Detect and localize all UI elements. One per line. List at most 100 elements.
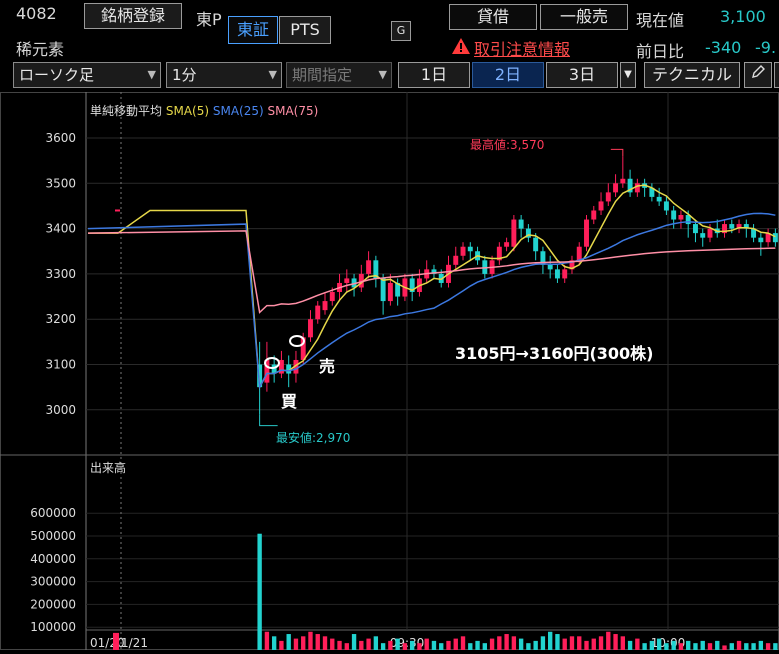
candle-body (322, 301, 328, 311)
candle-body (511, 219, 517, 247)
volume-bar (293, 638, 299, 650)
price-tick-label: 3400 (45, 222, 76, 236)
legend-sma5: SMA(5) (165, 104, 210, 118)
chart-area[interactable]: 3000 3100 3200 3300 3400 3500 3600 100000 200000… (0, 92, 779, 650)
volume-bar (286, 634, 291, 650)
candle-body (366, 260, 372, 274)
volume-tick-label: 500000 (30, 529, 76, 543)
candle-body (591, 210, 597, 220)
volume-bar (271, 636, 277, 650)
volume-bar (656, 638, 662, 650)
volume-bar (468, 643, 473, 650)
high-marker-line (610, 148, 624, 157)
volume-bar (773, 643, 778, 650)
volume-panel-label: 出来高 (90, 461, 127, 475)
volume-bar (482, 643, 487, 650)
volume-bar (511, 636, 517, 650)
trading-alert-link[interactable]: 取引注意情報 (474, 36, 570, 60)
volume-bar (664, 643, 669, 650)
range-1d-button[interactable]: 1日 (398, 62, 470, 88)
volume-tick-label: 100000 (30, 620, 76, 634)
pen-icon (750, 65, 766, 84)
draw-menu-button[interactable] (774, 62, 779, 88)
draw-pen-button[interactable] (744, 62, 772, 88)
volume-bar (446, 640, 451, 650)
candle-body (344, 278, 350, 283)
volume-bar (569, 636, 575, 650)
candle-body (692, 224, 698, 234)
indicator-title: 単純移動平均 (90, 104, 163, 118)
price-tick-label: 3600 (45, 131, 76, 145)
volume-bar (620, 636, 626, 650)
period-value: 期間指定 (292, 66, 353, 84)
candle-body (315, 305, 321, 320)
refresh-icon[interactable]: G (391, 21, 411, 41)
volume-bar (113, 632, 119, 650)
candle-body (547, 264, 553, 270)
volume-bar (707, 643, 713, 650)
range-3d-button[interactable]: 3日 (546, 62, 618, 88)
volume-bar (264, 631, 270, 650)
volume-bar (744, 643, 749, 650)
volume-bar (453, 638, 458, 650)
interval-value: 1分 (172, 66, 197, 84)
venue-tse-button[interactable]: 東証 (228, 16, 278, 44)
volume-bar (308, 631, 313, 650)
volume-bar (715, 640, 720, 650)
legend-sma25: SMA(25) (212, 104, 264, 118)
range-more-button[interactable]: ▼ (620, 62, 636, 88)
volume-bar (417, 643, 422, 650)
venue-pts-button[interactable]: PTS (279, 16, 331, 44)
sma25-line (87, 212, 776, 390)
candle-body (678, 215, 684, 220)
candle-body (605, 192, 611, 202)
volume-bar (330, 638, 335, 650)
candle-body (533, 237, 539, 252)
register-button[interactable]: 銘柄登録 (84, 3, 182, 29)
volume-tick-label: 200000 (30, 597, 76, 611)
volume-bar (584, 640, 589, 650)
candle-body (663, 201, 669, 211)
volume-tick-label: 400000 (30, 552, 76, 566)
volume-bar (373, 636, 379, 650)
period-select[interactable]: 期間指定 ▼ (286, 62, 392, 88)
volume-bar (409, 640, 415, 650)
volume-bar (388, 640, 393, 650)
range-2d-button[interactable]: 2日 (472, 62, 544, 88)
technical-button[interactable]: テクニカル (644, 62, 740, 88)
legend-sma75: SMA(75) (267, 104, 319, 118)
volume-bar (504, 634, 509, 650)
volume-bar (380, 643, 386, 650)
volume-bar (518, 638, 524, 650)
candle-body (562, 269, 568, 279)
margin-button[interactable]: 貸借 (449, 4, 537, 30)
candle-body (620, 178, 626, 184)
chevron-down-icon: ▼ (378, 68, 387, 81)
candle-body (329, 292, 335, 302)
volume-bar (751, 643, 756, 650)
price-tick-label: 3200 (45, 312, 76, 326)
volume-bar (686, 640, 691, 650)
volume-bar (736, 640, 742, 650)
candle-body (598, 201, 604, 211)
volume-bar (351, 634, 357, 650)
market-label: 東P (196, 10, 222, 29)
candle-body (729, 224, 735, 229)
volume-bar (598, 636, 604, 650)
volume-bar (540, 636, 546, 650)
general-sell-button[interactable]: 一般売 (540, 4, 628, 30)
candlestick-chart[interactable]: 3000 3100 3200 3300 3400 3500 3600 100000 200000… (0, 92, 779, 650)
volume-bar (765, 643, 771, 650)
volume-bar (577, 636, 582, 650)
volume-bar (635, 638, 640, 650)
interval-select[interactable]: 1分 ▼ (166, 62, 282, 88)
volume-tick-label: 300000 (30, 575, 76, 589)
volume-bar (671, 640, 676, 650)
volume-bar (359, 640, 364, 650)
volume-bar (431, 640, 437, 650)
volume-bar (424, 638, 429, 650)
volume-bar (526, 643, 531, 650)
chart-type-select[interactable]: ローソク足 ▼ (13, 62, 161, 88)
trade-summary: 3105円→3160円(300株) (455, 344, 654, 363)
volume-bar (613, 634, 618, 650)
